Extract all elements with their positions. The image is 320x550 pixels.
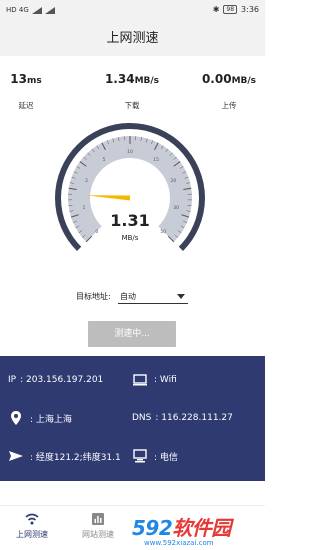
coordinates-value: : 经度121.2;纬度31.1 bbox=[30, 452, 121, 463]
signal-icon-2 bbox=[44, 6, 55, 14]
watermark-url: www.592xiazai.com bbox=[144, 539, 214, 547]
isp-value: : 电信 bbox=[154, 452, 178, 463]
gauge-tick-label: 50 bbox=[160, 229, 166, 235]
nav-site-test[interactable]: 网站测速 bbox=[68, 510, 128, 540]
latency-metric: 13ms 延迟 bbox=[0, 68, 70, 111]
gauge-tick-label: 1 bbox=[82, 205, 85, 211]
status-bar: HD 4G ✱ 98 3:36 bbox=[0, 0, 265, 22]
dns-value: : 116.228.111.27 bbox=[155, 413, 233, 423]
watermark-prefix: 592 bbox=[132, 516, 173, 540]
gauge-tick-label: 20 bbox=[171, 178, 177, 184]
status-left: HD 4G bbox=[6, 6, 55, 14]
server-icon bbox=[133, 449, 147, 463]
download-label: 下载 bbox=[124, 101, 140, 110]
status-right: ✱ 98 3:36 bbox=[213, 5, 259, 14]
dns-label: DNS bbox=[132, 413, 152, 423]
nav-speed-test-label: 上网测速 bbox=[16, 530, 48, 539]
battery-icon: 98 bbox=[223, 5, 238, 14]
wifi-icon bbox=[25, 513, 39, 525]
target-row: 目标地址: 自动 bbox=[0, 289, 265, 305]
bluetooth-icon: ✱ bbox=[212, 5, 220, 14]
nav-site-test-label: 网站测速 bbox=[82, 530, 114, 539]
latency-value: 13 bbox=[10, 72, 27, 86]
target-select[interactable]: 自动 bbox=[118, 289, 188, 304]
send-icon bbox=[9, 451, 23, 461]
nav-speed-test[interactable]: 上网测速 bbox=[2, 510, 62, 540]
download-unit: MB/s bbox=[134, 76, 160, 86]
location-value: : 上海上海 bbox=[30, 414, 72, 425]
chevron-down-icon bbox=[177, 294, 185, 299]
gauge-tick-label: 10 bbox=[127, 149, 133, 155]
gauge-value: 1.31 bbox=[110, 211, 149, 230]
upload-label: 上传 bbox=[221, 101, 237, 110]
info-panel: IP : 203.156.197.201 : Wifi : 上海上海 DNS :… bbox=[0, 356, 265, 481]
network-type-icon: HD 4G bbox=[6, 6, 29, 14]
latency-label: 延迟 bbox=[18, 101, 34, 110]
speed-gauge: 0 1 2 5 10 15 20 30 50 1.31 MB/s bbox=[55, 123, 205, 252]
download-metric: 1.34MB/s 下载 bbox=[88, 68, 176, 111]
gauge-tick-label: 0 bbox=[95, 229, 98, 235]
monitor-icon bbox=[133, 374, 147, 386]
gauge-tick-label: 5 bbox=[102, 157, 105, 163]
clock: 3:36 bbox=[241, 5, 259, 14]
gauge-tick-label: 15 bbox=[153, 157, 159, 163]
gauge-unit: MB/s bbox=[122, 234, 139, 242]
location-pin-icon bbox=[11, 411, 21, 425]
download-value: 1.34 bbox=[104, 72, 135, 86]
app-header: 上网测速 bbox=[0, 22, 265, 56]
gauge-tick-label: 2 bbox=[85, 178, 88, 184]
ip-value: : 203.156.197.201 bbox=[20, 375, 104, 385]
signal-icon bbox=[31, 6, 42, 14]
target-label: 目标地址: bbox=[76, 292, 111, 301]
gauge-tick-label: 30 bbox=[173, 205, 179, 211]
upload-value: 0.00 bbox=[201, 72, 232, 86]
network-type-value: : Wifi bbox=[154, 375, 177, 385]
page-title: 上网测速 bbox=[106, 31, 159, 46]
upload-metric: 0.00MB/s 上传 bbox=[185, 68, 273, 111]
upload-unit: MB/s bbox=[231, 76, 257, 86]
target-value: 自动 bbox=[120, 292, 136, 301]
ip-label: IP bbox=[8, 375, 17, 385]
latency-unit: ms bbox=[26, 76, 42, 86]
watermark-logo: 592软件园 www.592xiazai.com bbox=[132, 512, 262, 550]
test-button[interactable]: 测速中... bbox=[88, 321, 176, 347]
watermark-suffix: 软件园 bbox=[172, 516, 231, 540]
bar-chart-icon bbox=[92, 513, 104, 525]
